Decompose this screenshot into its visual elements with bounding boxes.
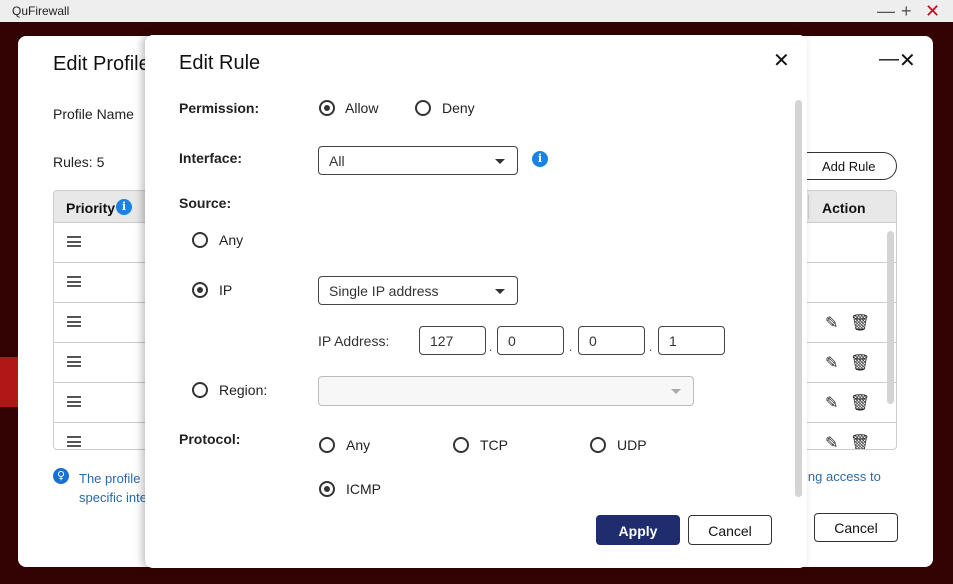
permission-label: Permission: (179, 100, 260, 116)
drag-handle-icon[interactable] (67, 356, 81, 367)
protocol-tcp-radio[interactable] (453, 437, 469, 453)
protocol-tcp-label: TCP (480, 437, 508, 453)
source-region-radio[interactable] (192, 382, 208, 398)
protocol-label: Protocol: (179, 431, 241, 447)
ip-dot: . (569, 340, 573, 354)
source-ip-label: IP (219, 282, 233, 298)
protocol-any-label: Any (346, 437, 371, 453)
source-any-radio[interactable] (192, 232, 208, 248)
ip-octet-2-input[interactable]: 0 (497, 326, 564, 355)
rule-dialog-scrollbar[interactable] (795, 100, 802, 497)
interface-label: Interface: (179, 150, 243, 166)
region-select[interactable] (318, 376, 694, 406)
info-icon[interactable]: i (116, 199, 132, 215)
interface-select[interactable]: All (318, 146, 518, 175)
edit-icon[interactable]: ✎ (825, 433, 838, 449)
apply-button[interactable]: Apply (596, 515, 680, 545)
column-divider (808, 195, 809, 219)
lightbulb-icon: ♀ (53, 468, 69, 484)
rule-cancel-button[interactable]: Cancel (688, 515, 772, 545)
table-scrollbar[interactable] (887, 231, 894, 404)
source-ip-radio[interactable] (192, 282, 208, 298)
delete-icon[interactable]: 🗑 (850, 313, 870, 333)
delete-icon[interactable]: 🗑 (850, 393, 870, 413)
ip-octet-4-input[interactable]: 1 (658, 326, 725, 355)
background-accent (0, 357, 18, 407)
rule-close-button[interactable]: ✕ (773, 48, 790, 73)
profile-cancel-button[interactable]: Cancel (814, 513, 898, 542)
profile-close-button[interactable]: ✕ (899, 48, 916, 73)
ip-address-label: IP Address: (318, 333, 390, 349)
maximize-button[interactable]: + (901, 0, 912, 22)
edit-icon[interactable]: ✎ (825, 393, 838, 413)
source-any-label: Any (219, 232, 244, 248)
action-header: Action (822, 200, 866, 216)
deny-radio[interactable] (415, 100, 431, 116)
profile-minimize-button[interactable]: — (879, 48, 899, 71)
protocol-udp-radio[interactable] (590, 437, 606, 453)
protocol-icmp-radio[interactable] (319, 481, 335, 497)
rule-dialog-title: Edit Rule (179, 52, 261, 74)
profile-note-tail: ing access to (805, 469, 881, 484)
deny-label: Deny (442, 100, 475, 116)
drag-handle-icon[interactable] (67, 316, 81, 327)
allow-radio[interactable] (319, 100, 335, 116)
profile-note: The profile specific inte (79, 471, 147, 505)
profile-dialog-title: Edit Profile (53, 53, 150, 75)
dropdown-arrow-icon (671, 389, 681, 394)
drag-handle-icon[interactable] (67, 396, 81, 407)
drag-handle-icon[interactable] (67, 436, 81, 447)
drag-handle-icon[interactable] (67, 236, 81, 247)
allow-label: Allow (345, 100, 379, 116)
ip-dot: . (649, 340, 653, 354)
profile-name-label: Profile Name (53, 106, 134, 122)
app-title: QuFirewall (12, 4, 70, 18)
protocol-udp-label: UDP (617, 437, 647, 453)
interface-value: All (329, 153, 345, 169)
ip-type-value: Single IP address (329, 283, 439, 299)
rules-count: Rules: 5 (53, 154, 105, 170)
source-region-label: Region: (219, 382, 268, 398)
delete-icon[interactable]: 🗑 (850, 353, 870, 373)
ip-type-select[interactable]: Single IP address (318, 276, 518, 305)
title-bar (0, 0, 953, 22)
protocol-any-radio[interactable] (319, 437, 335, 453)
dropdown-arrow-icon (495, 289, 505, 294)
ip-octet-3-input[interactable]: 0 (578, 326, 645, 355)
dropdown-arrow-icon (495, 159, 505, 164)
drag-handle-icon[interactable] (67, 276, 81, 287)
edit-icon[interactable]: ✎ (825, 353, 838, 373)
close-button[interactable]: ✕ (925, 0, 940, 22)
edit-icon[interactable]: ✎ (825, 313, 838, 333)
protocol-icmp-label: ICMP (346, 481, 381, 497)
delete-icon[interactable]: 🗑 (850, 433, 870, 449)
add-rule-label: Add Rule (822, 159, 876, 174)
minimize-button[interactable]: — (877, 0, 895, 22)
priority-header: Priority (66, 200, 116, 216)
interface-info-icon[interactable]: i (532, 151, 548, 167)
ip-dot: . (489, 340, 493, 354)
ip-octet-1-input[interactable]: 127 (419, 326, 486, 355)
source-label: Source: (179, 195, 232, 211)
